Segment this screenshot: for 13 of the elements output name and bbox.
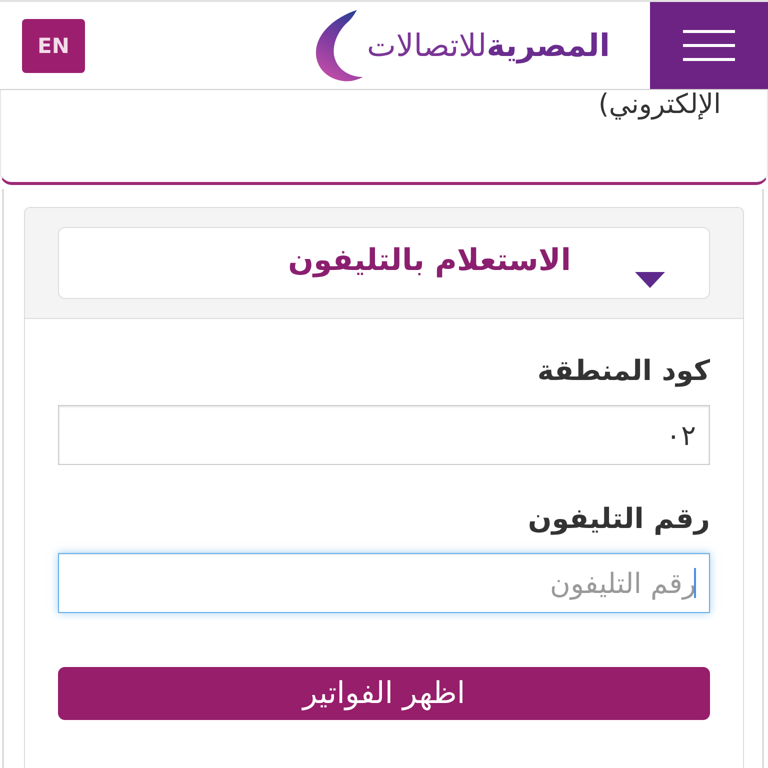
intro-text: الإلكتروني) bbox=[598, 90, 721, 120]
inquiry-dropdown[interactable]: الاستعلام بالتليفون bbox=[58, 227, 710, 299]
language-button[interactable]: EN bbox=[22, 18, 85, 72]
logo-text: المصريةللاتصالات bbox=[366, 28, 610, 64]
field-label: رقم التليفون bbox=[528, 501, 710, 537]
show-bills-button[interactable]: اظهر الفواتير bbox=[58, 667, 710, 720]
menu-icon bbox=[683, 30, 735, 61]
field-label: كود المنطقة bbox=[537, 353, 710, 389]
text-cursor bbox=[694, 568, 696, 598]
input-field[interactable]: رقم التليفون bbox=[58, 553, 710, 613]
input-field[interactable]: ٠٢ bbox=[58, 405, 710, 465]
caret-down-icon bbox=[635, 272, 665, 288]
menu-button[interactable] bbox=[650, 2, 768, 89]
